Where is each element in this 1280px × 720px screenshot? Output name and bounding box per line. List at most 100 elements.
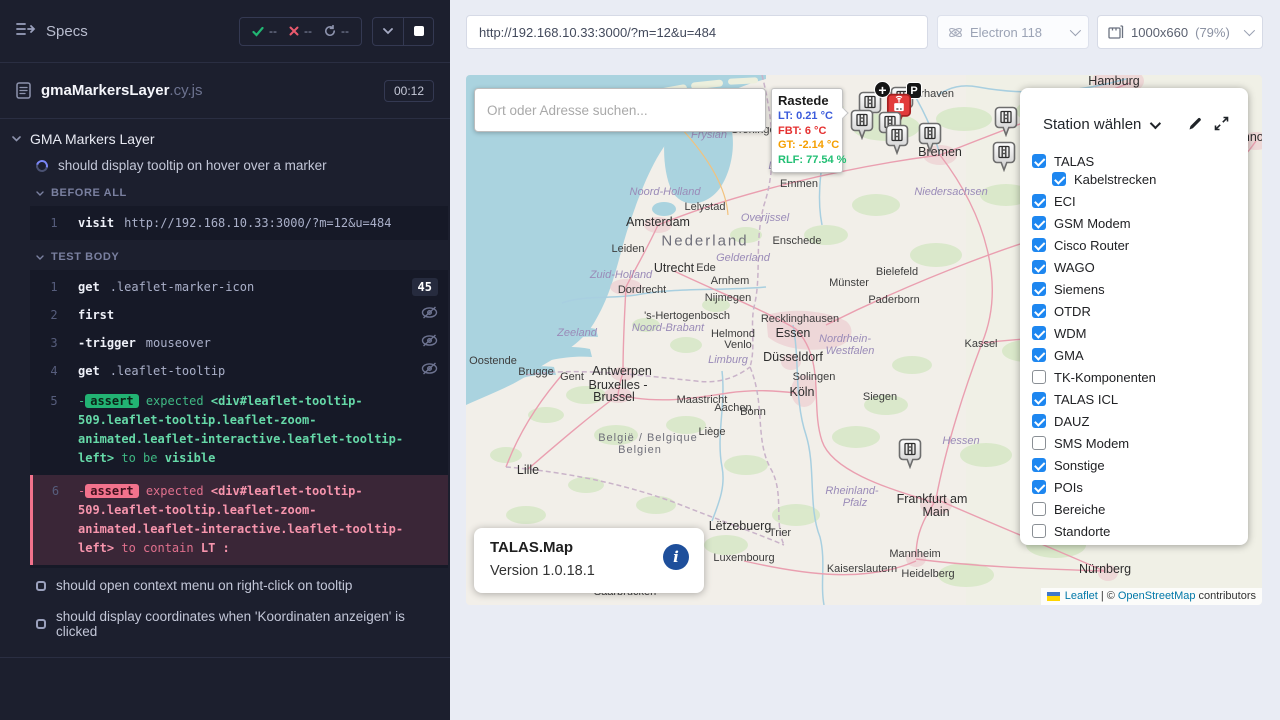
layer-checkbox-row[interactable]: Kabelstrecken <box>1052 172 1240 186</box>
specs-title: Specs <box>46 23 88 40</box>
pending-test-icon <box>36 619 46 629</box>
layer-checkbox-row[interactable]: TALAS ICL <box>1032 392 1240 406</box>
layer-checkbox-row[interactable]: Cisco Router <box>1032 238 1240 252</box>
test-body-commands: 1 get .leaflet-marker-icon 45 2 first <box>30 270 448 568</box>
checkbox-icon[interactable] <box>1032 238 1046 252</box>
url-bar[interactable]: http://192.168.10.33:3000/?m=12&u=484 <box>466 15 928 49</box>
before-all-section[interactable]: BEFORE ALL <box>0 178 450 204</box>
runner-topbar: http://192.168.10.33:3000/?m=12&u=484 El… <box>450 0 1280 64</box>
layer-checkbox-row[interactable]: Sonstige <box>1032 458 1240 472</box>
layer-checkbox-row[interactable]: WAGO <box>1032 260 1240 274</box>
checkbox-icon[interactable] <box>1032 304 1046 318</box>
checkbox-icon[interactable] <box>1032 436 1046 450</box>
electron-icon <box>948 25 963 40</box>
collapse-all-button[interactable] <box>373 18 403 45</box>
layer-checkbox-row[interactable]: Siemens <box>1032 282 1240 296</box>
layer-checkbox-row[interactable]: OTDR <box>1032 304 1240 318</box>
layer-checkbox-list: TALAS Kabelstrecken ECI GSM Modem <box>1032 154 1240 538</box>
checkbox-icon[interactable] <box>1032 502 1046 516</box>
checkbox-icon[interactable] <box>1032 370 1046 384</box>
chevron-down-icon <box>1150 117 1161 128</box>
app-window: Specs -- -- -- <box>0 0 1280 720</box>
app-title: TALAS.Map <box>490 539 573 556</box>
command-row[interactable]: 4 get .leaflet-tooltip <box>30 357 448 385</box>
spec-file-row[interactable]: gmaMarkersLayer.cy.js 00:12 <box>0 63 450 118</box>
edit-pencil-icon[interactable] <box>1188 116 1203 136</box>
assert-failed-row[interactable]: 6 -assert expected <div#leaflet-tooltip-… <box>30 475 448 565</box>
map-marker[interactable]: + P <box>850 109 874 140</box>
checkbox-icon[interactable] <box>1032 480 1046 494</box>
viewport-icon <box>1108 25 1124 39</box>
command-row[interactable]: 3 -trigger mouseover <box>30 329 448 357</box>
checkbox-icon[interactable] <box>1032 326 1046 340</box>
station-marker-icon <box>992 141 1016 172</box>
suite-row[interactable]: GMA Markers Layer <box>0 125 450 153</box>
pending-test-row[interactable]: should display coordinates when 'Koordin… <box>0 601 450 647</box>
layer-label: Sonstige <box>1054 458 1105 473</box>
map-search <box>474 88 766 132</box>
chevron-down-icon <box>383 28 393 35</box>
layer-checkbox-row[interactable]: WDM <box>1032 326 1240 340</box>
osm-link[interactable]: OpenStreetMap <box>1118 590 1196 602</box>
checkbox-icon[interactable] <box>1032 524 1046 538</box>
map-marker[interactable]: + P <box>992 141 1016 172</box>
checkbox-icon[interactable] <box>1032 348 1046 362</box>
layer-checkbox-row[interactable]: SMS Modem <box>1032 436 1240 450</box>
map-canvas[interactable]: HamburgBremerhavenBremenHannoverNiedersa… <box>466 75 1262 605</box>
hidden-eye-icon <box>421 306 438 319</box>
layer-checkbox-row[interactable]: Standorte <box>1032 524 1240 538</box>
search-input[interactable] <box>474 88 766 132</box>
test-body-section[interactable]: TEST BODY <box>0 242 450 268</box>
checkbox-icon[interactable] <box>1032 392 1046 406</box>
layer-checkbox-row[interactable]: GSM Modem <box>1032 216 1240 230</box>
chevron-down-icon <box>1070 25 1081 36</box>
checkbox-icon[interactable] <box>1032 260 1046 274</box>
command-row[interactable]: 1 get .leaflet-marker-icon 45 <box>30 273 448 301</box>
checkbox-icon[interactable] <box>1052 172 1066 186</box>
layer-checkbox-row[interactable]: ECI <box>1032 194 1240 208</box>
leaflet-link[interactable]: Leaflet <box>1065 590 1098 602</box>
layer-checkbox-row[interactable]: GMA <box>1032 348 1240 362</box>
checkbox-icon[interactable] <box>1032 194 1046 208</box>
spec-file-icon <box>16 82 31 99</box>
info-icon[interactable]: i <box>663 544 689 570</box>
checkbox-icon[interactable] <box>1032 154 1046 168</box>
stat-pending: -- <box>324 24 349 38</box>
layer-label: Kabelstrecken <box>1074 172 1156 187</box>
app-version-card: TALAS.Map Version 1.0.18.1 i <box>474 528 704 593</box>
map-attribution: Leaflet | © OpenStreetMap contributors <box>1041 588 1262 605</box>
layer-checkbox-row[interactable]: TALAS <box>1032 154 1240 168</box>
layer-checkbox-row[interactable]: Bereiche <box>1032 502 1240 516</box>
browser-select[interactable]: Electron 118 <box>937 15 1089 49</box>
marker-tooltip[interactable]: Rastede LT: 0.21 °CFBT: 6 °CGT: -2.14 °C… <box>771 88 843 173</box>
running-test-row[interactable]: should display tooltip on hover over a m… <box>0 153 450 178</box>
chevron-down-icon <box>36 191 44 196</box>
layer-label: GMA <box>1054 348 1084 363</box>
map-marker[interactable]: + P <box>994 106 1018 137</box>
viewport-select[interactable]: 1000x660 (79%) <box>1097 15 1263 49</box>
map-marker[interactable]: + P <box>898 438 922 469</box>
test-title: should display tooltip on hover over a m… <box>58 158 327 173</box>
checkbox-icon[interactable] <box>1032 414 1046 428</box>
fullscreen-expand-icon[interactable] <box>1214 116 1229 136</box>
chevron-down-icon <box>1244 25 1255 36</box>
assert-passed-row[interactable]: 5 -assert expected <div#leaflet-tooltip-… <box>30 385 448 475</box>
map-marker[interactable]: + P <box>918 122 942 153</box>
specs-menu-icon[interactable] <box>16 21 36 42</box>
checkbox-icon[interactable] <box>1032 216 1046 230</box>
layer-label: TK-Komponenten <box>1054 370 1156 385</box>
stop-button[interactable] <box>403 18 433 45</box>
checkbox-icon[interactable] <box>1032 282 1046 296</box>
map-marker[interactable]: + P <box>885 124 909 155</box>
layer-checkbox-row[interactable]: DAUZ <box>1032 414 1240 428</box>
station-select-dropdown[interactable]: Station wählen <box>1043 116 1158 133</box>
layer-label: GSM Modem <box>1054 216 1131 231</box>
pending-test-row[interactable]: should open context menu on right-click … <box>0 570 450 601</box>
layer-checkbox-row[interactable]: TK-Komponenten <box>1032 370 1240 384</box>
layer-checkbox-row[interactable]: POIs <box>1032 480 1240 494</box>
ukraine-flag-icon <box>1047 592 1060 601</box>
command-row-visit[interactable]: 1 visit http://192.168.10.33:3000/?m=12&… <box>30 209 448 237</box>
stop-icon <box>414 26 424 36</box>
checkbox-icon[interactable] <box>1032 458 1046 472</box>
command-row[interactable]: 2 first <box>30 301 448 329</box>
